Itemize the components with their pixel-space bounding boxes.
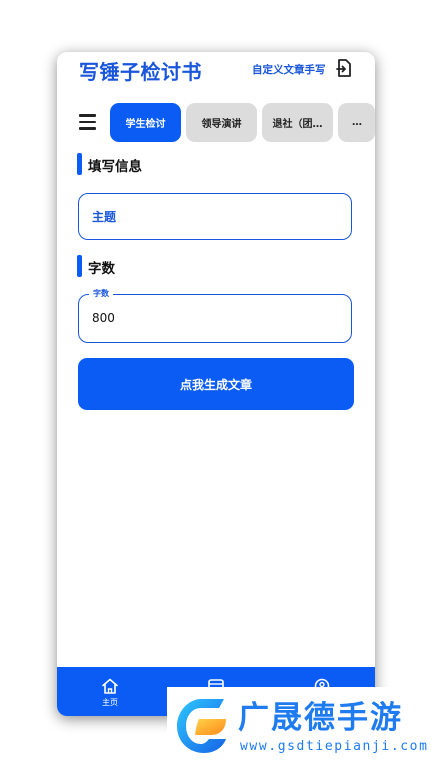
tab-more[interactable]: … xyxy=(338,103,375,142)
section-wordcount-label: 字数 xyxy=(88,261,115,277)
wordcount-input[interactable]: 字数 800 xyxy=(78,288,352,343)
home-icon xyxy=(102,678,118,694)
app-title: 写锤子检讨书 xyxy=(79,60,202,84)
page: 写锤子检讨书 自定义文章手写 学生检讨 领导演讲 退社（团… … 填写信息 主题 xyxy=(0,0,432,768)
export-file-icon[interactable] xyxy=(336,59,352,77)
generate-article-button[interactable]: 点我生成文章 xyxy=(78,358,354,410)
app-screen: 写锤子检讨书 自定义文章手写 学生检讨 领导演讲 退社（团… … 填写信息 主题 xyxy=(57,52,375,716)
tab-quit-club[interactable]: 退社（团… xyxy=(262,103,333,142)
section-accent-bar xyxy=(77,153,82,175)
topic-placeholder: 主题 xyxy=(92,210,117,224)
custom-article-link[interactable]: 自定义文章手写 xyxy=(252,62,326,77)
section-accent-bar xyxy=(77,255,82,277)
nav-home-label: 主页 xyxy=(102,698,118,707)
tab-leader-speech[interactable]: 领导演讲 xyxy=(186,103,257,142)
watermark-brand: 广晟德手游 xyxy=(238,700,403,736)
topic-input[interactable]: 主题 xyxy=(78,193,352,240)
site-watermark: 广晟德手游 www.gsdtiepianji.com xyxy=(167,687,432,768)
category-tabs: 学生检讨 领导演讲 退社（团… … xyxy=(57,102,375,144)
nav-home[interactable]: 主页 xyxy=(57,667,163,716)
watermark-url: www.gsdtiepianji.com xyxy=(240,739,429,754)
menu-icon[interactable] xyxy=(79,114,96,130)
wordcount-field-label: 字数 xyxy=(89,288,113,300)
tab-student-review[interactable]: 学生检讨 xyxy=(110,103,181,142)
wordcount-value: 800 xyxy=(92,311,115,325)
section-info-label: 填写信息 xyxy=(88,159,142,175)
watermark-logo-icon xyxy=(177,699,226,753)
app-header: 写锤子检讨书 自定义文章手写 xyxy=(57,52,375,96)
